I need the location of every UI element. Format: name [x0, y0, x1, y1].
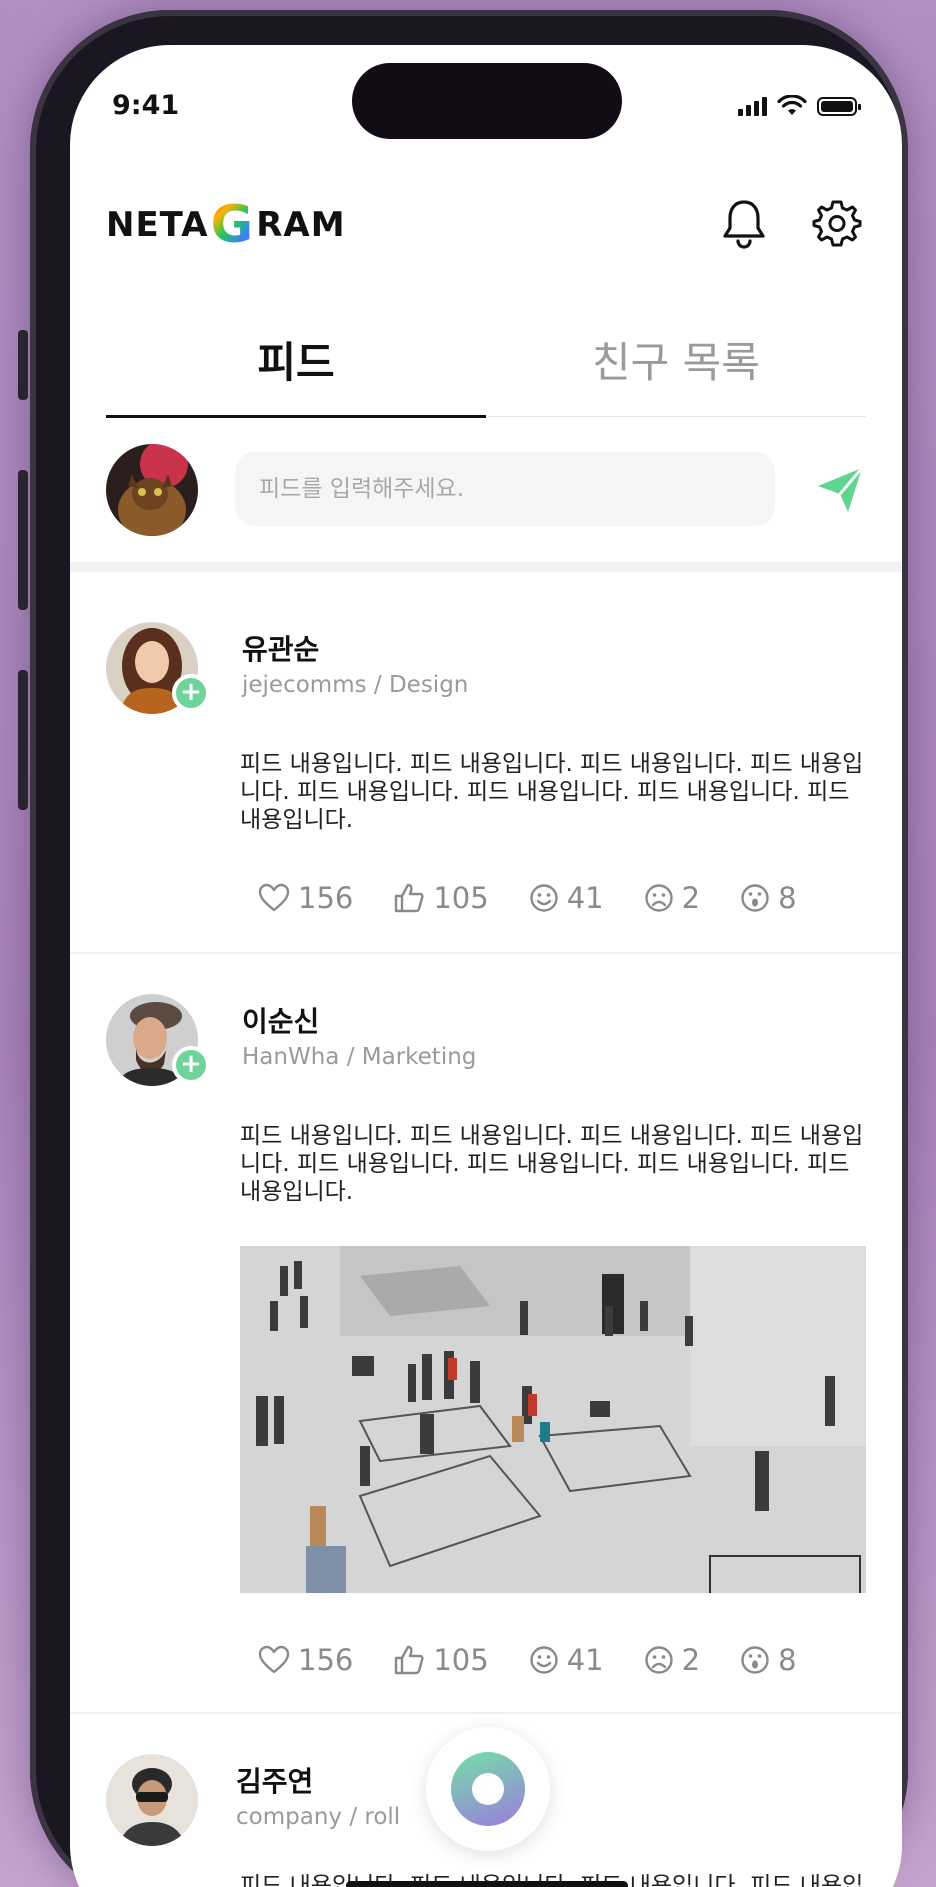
- wow-count: 8: [778, 881, 797, 915]
- status-time: 9:41: [112, 90, 180, 121]
- feed-post: + 이순신 HanWha / Marketing 피드 내용입니다. 피드 내용…: [70, 954, 902, 1714]
- follow-plus-icon[interactable]: +: [172, 674, 210, 712]
- feed-post: + 유관순 jejecomms / Design 피드 내용입니다. 피드 내용…: [70, 582, 902, 954]
- heart-icon: [258, 1645, 290, 1674]
- thumbs-up-icon: [395, 883, 424, 913]
- post-content: 피드 내용입니다. 피드 내용입니다. 피드 내용입니다. 피드 내용입니다. …: [240, 751, 864, 833]
- post-author-meta: HanWha / Marketing: [242, 1044, 477, 1070]
- like-reaction[interactable]: 105: [393, 881, 489, 915]
- post-author-name[interactable]: 이순신: [242, 1000, 319, 1040]
- wifi-icon: [777, 95, 807, 115]
- wow-icon: [741, 884, 769, 912]
- heart-reaction[interactable]: 156: [258, 881, 353, 915]
- tab-feed[interactable]: 피드: [106, 323, 486, 418]
- post-content: 피드 내용입니다. 피드 내용입니다. 피드 내용입니다. 피드 내용입니다. …: [240, 1123, 864, 1205]
- sad-reaction[interactable]: 2: [644, 1643, 700, 1677]
- phone-side-button: [18, 670, 28, 810]
- logo-g-mark: G: [210, 195, 255, 255]
- send-icon[interactable]: [814, 464, 866, 516]
- smile-count: 41: [566, 1643, 604, 1677]
- like-count: 105: [433, 881, 489, 915]
- dynamic-island: [352, 63, 622, 139]
- phone-side-button: [18, 470, 28, 610]
- reaction-bar: 156 105 41 2 8: [258, 878, 837, 918]
- my-avatar[interactable]: [106, 444, 198, 536]
- reaction-bar: 156 105 41 2 8: [258, 1640, 837, 1680]
- heart-count: 156: [298, 1643, 354, 1677]
- smile-reaction[interactable]: 41: [529, 1643, 604, 1677]
- sad-icon: [644, 1646, 673, 1674]
- home-indicator: [346, 1881, 628, 1887]
- like-reaction[interactable]: 105: [393, 1643, 489, 1677]
- app-header: NETA G RAM: [106, 195, 866, 275]
- gear-icon[interactable]: [809, 195, 865, 251]
- feed-input[interactable]: [235, 452, 775, 526]
- wow-reaction[interactable]: 8: [740, 881, 797, 915]
- smile-icon: [530, 1646, 558, 1674]
- wow-icon: [741, 1646, 769, 1674]
- smile-count: 41: [566, 881, 604, 915]
- post-author-meta: company / roll: [236, 1804, 401, 1830]
- phone-side-button: [18, 330, 28, 400]
- sad-count: 2: [681, 1643, 701, 1677]
- smile-reaction[interactable]: 41: [529, 881, 604, 915]
- post-image[interactable]: [240, 1246, 866, 1593]
- heart-reaction[interactable]: 156: [258, 1643, 353, 1677]
- smile-icon: [530, 884, 558, 912]
- fab-ring-icon: [451, 1752, 525, 1826]
- wow-count: 8: [778, 1643, 797, 1677]
- tab-bar: 피드 친구 목록: [106, 323, 866, 418]
- feed-composer: [70, 417, 902, 572]
- post-author-name[interactable]: 김주연: [236, 1760, 313, 1800]
- battery-icon: [817, 96, 861, 116]
- wow-reaction[interactable]: 8: [740, 1643, 797, 1677]
- post-author-name[interactable]: 유관순: [242, 628, 319, 668]
- status-icons: [738, 95, 861, 117]
- logo-text-left: NETA: [106, 205, 209, 245]
- logo-text-right: RAM: [256, 205, 346, 245]
- thumbs-up-icon: [395, 1645, 424, 1675]
- heart-icon: [258, 883, 290, 912]
- sad-reaction[interactable]: 2: [644, 881, 700, 915]
- heart-count: 156: [298, 881, 354, 915]
- sad-count: 2: [681, 881, 701, 915]
- tab-friend-list[interactable]: 친구 목록: [486, 323, 866, 417]
- floating-action-button[interactable]: [426, 1727, 550, 1851]
- netagram-logo[interactable]: NETA G RAM: [106, 195, 346, 255]
- user-avatar[interactable]: [106, 1754, 198, 1846]
- post-author-meta: jejecomms / Design: [242, 672, 469, 698]
- signal-icon: [738, 96, 767, 116]
- app-screen: 9:41 NETA G RAM 피드 친구 목록 피드를 입력해주세요. + 유…: [70, 45, 902, 1887]
- bell-icon[interactable]: [716, 195, 772, 251]
- sad-icon: [644, 884, 673, 912]
- like-count: 105: [433, 1643, 489, 1677]
- follow-plus-icon[interactable]: +: [172, 1046, 210, 1084]
